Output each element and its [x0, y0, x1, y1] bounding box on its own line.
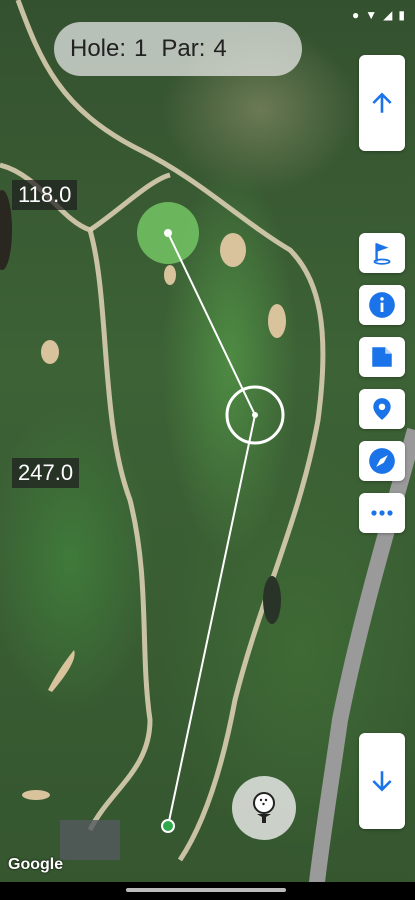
- distance-from-tee: 247.0: [12, 458, 80, 488]
- info-icon: [369, 292, 395, 318]
- satellite-map[interactable]: [0, 0, 415, 900]
- more-button[interactable]: [359, 493, 405, 533]
- bunker: [41, 340, 59, 364]
- more-icon: [371, 510, 393, 516]
- pin-marker[interactable]: [164, 229, 172, 237]
- tee-marker[interactable]: [161, 819, 175, 833]
- google-attribution: Google: [8, 856, 64, 873]
- flag-button[interactable]: [359, 233, 405, 273]
- arrow-down-icon: [372, 771, 392, 792]
- par-label: Par:: [161, 35, 206, 62]
- golf-ball-tee-icon: [253, 792, 275, 823]
- buildings: [60, 820, 120, 860]
- map-overlay: [0, 0, 415, 900]
- compass-button[interactable]: [359, 441, 405, 481]
- pond-left: [0, 190, 12, 270]
- ball-position-button[interactable]: [232, 776, 296, 840]
- signal-icon: ◢: [383, 8, 393, 22]
- location-status-icon: ●: [352, 8, 360, 22]
- scroll-up-button[interactable]: [359, 55, 405, 151]
- hole-number: 1: [134, 35, 148, 62]
- pond: [263, 576, 281, 624]
- wifi-icon: ▼: [365, 8, 378, 22]
- battery-icon: ▮: [398, 8, 405, 22]
- scroll-down-button[interactable]: [359, 733, 405, 829]
- bunker: [48, 650, 75, 692]
- notes-button[interactable]: [359, 337, 405, 377]
- bunker: [22, 790, 50, 800]
- status-bar: ● ▼ ◢ ▮: [352, 8, 405, 22]
- bunker: [164, 265, 176, 285]
- compass-icon: [369, 448, 395, 474]
- target-line-bottom: [167, 414, 256, 827]
- target-center: [252, 412, 258, 418]
- cart-path-left: [0, 162, 153, 832]
- location-pin-icon: [373, 398, 391, 420]
- hole-label: Hole:: [70, 35, 127, 62]
- location-button[interactable]: [359, 389, 405, 429]
- arrow-up-icon: [372, 92, 392, 113]
- par-number: 4: [213, 35, 227, 62]
- bunker: [268, 304, 286, 338]
- system-nav-bar: [0, 882, 415, 900]
- bunker: [220, 233, 246, 267]
- distance-to-pin: 118.0: [12, 180, 78, 210]
- home-indicator[interactable]: [126, 888, 286, 892]
- flag-icon: [373, 243, 391, 265]
- hole-info-pill: Hole: 1 Par: 4: [54, 22, 302, 76]
- info-button[interactable]: [359, 285, 405, 325]
- note-icon: [372, 347, 392, 367]
